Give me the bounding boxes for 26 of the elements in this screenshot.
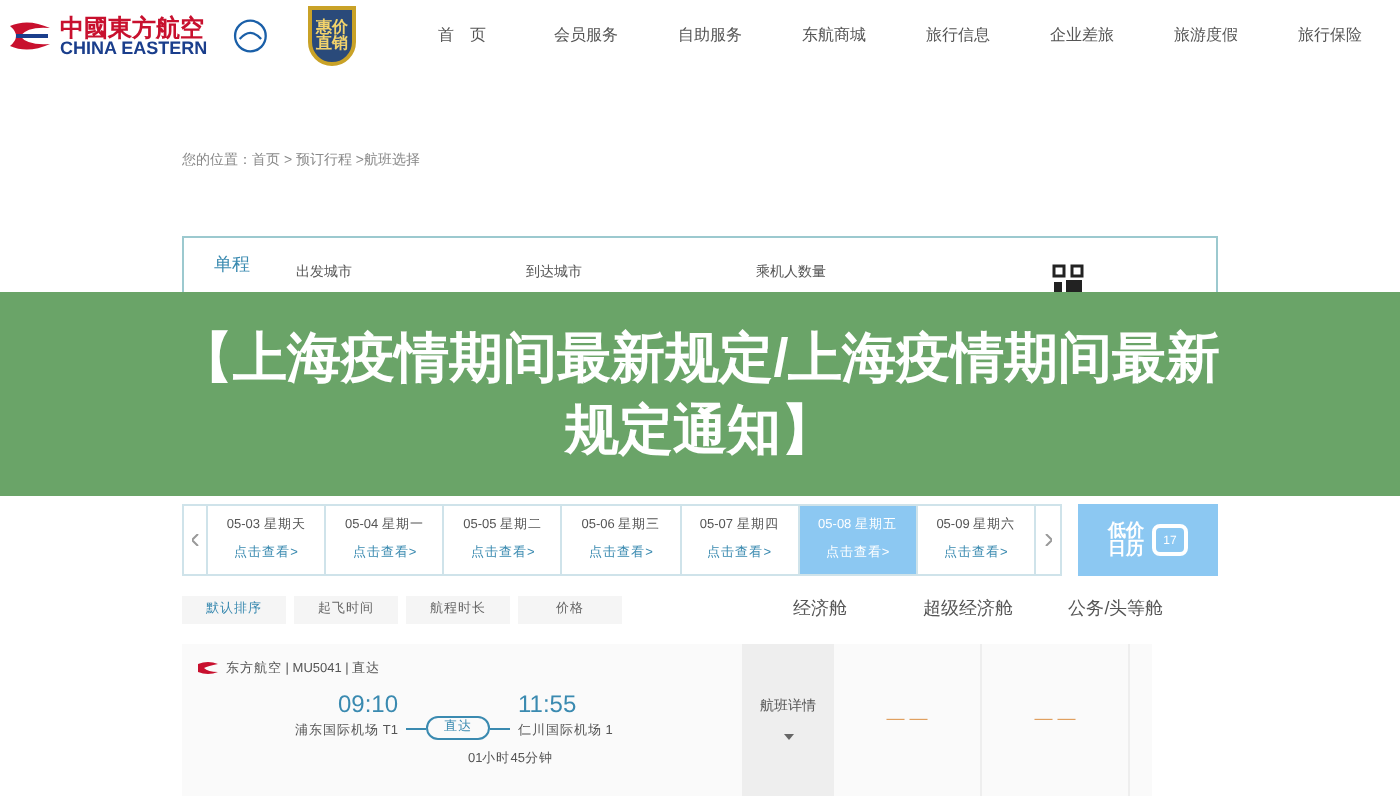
nav-link[interactable]: 企业差旅 xyxy=(1020,24,1144,48)
airline-logo[interactable]: 中國東方航空 CHINA EASTERN xyxy=(8,14,208,58)
qr-code-icon xyxy=(1052,263,1084,291)
trip-tab[interactable]: 单程 xyxy=(184,252,280,279)
arrival-time: 11:55 xyxy=(518,688,577,723)
cabin-header: 经济舱 xyxy=(791,595,849,622)
nav-link[interactable]: 旅行保险 xyxy=(1268,24,1392,48)
nav-link[interactable]: 自助服务 xyxy=(648,24,772,48)
dropdown-caret-icon xyxy=(783,734,793,741)
cabin-header: 超级经济舱 xyxy=(921,595,1015,622)
nav-link[interactable]: 旅游度假 xyxy=(1144,24,1268,48)
departure-time: 09:10 xyxy=(337,688,398,723)
left-chevron-icon xyxy=(191,533,199,545)
nav-link[interactable]: 旅行信息 xyxy=(896,24,1020,48)
right-chevron-icon xyxy=(1043,533,1052,545)
logo-chinese-text: 中國東方航空 xyxy=(60,15,206,39)
title-banner: 【上海疫情期间最新规定/上海疫情期间最新规定通知】 xyxy=(0,291,1400,495)
price-cell: — — xyxy=(982,643,1130,795)
price-cell: — — xyxy=(834,643,982,795)
nav-link[interactable]: 首 页 xyxy=(400,24,524,48)
nav-link[interactable]: 会员服务 xyxy=(524,24,648,48)
airline-logo-icon xyxy=(198,660,218,677)
price-badge: 惠价 直销 xyxy=(308,6,356,66)
logo-english-text: CHINA EASTERN xyxy=(60,39,208,57)
nav-link[interactable]: 东航商城 xyxy=(772,24,896,48)
cabin-header: 公务/头等舱 xyxy=(1066,595,1166,622)
